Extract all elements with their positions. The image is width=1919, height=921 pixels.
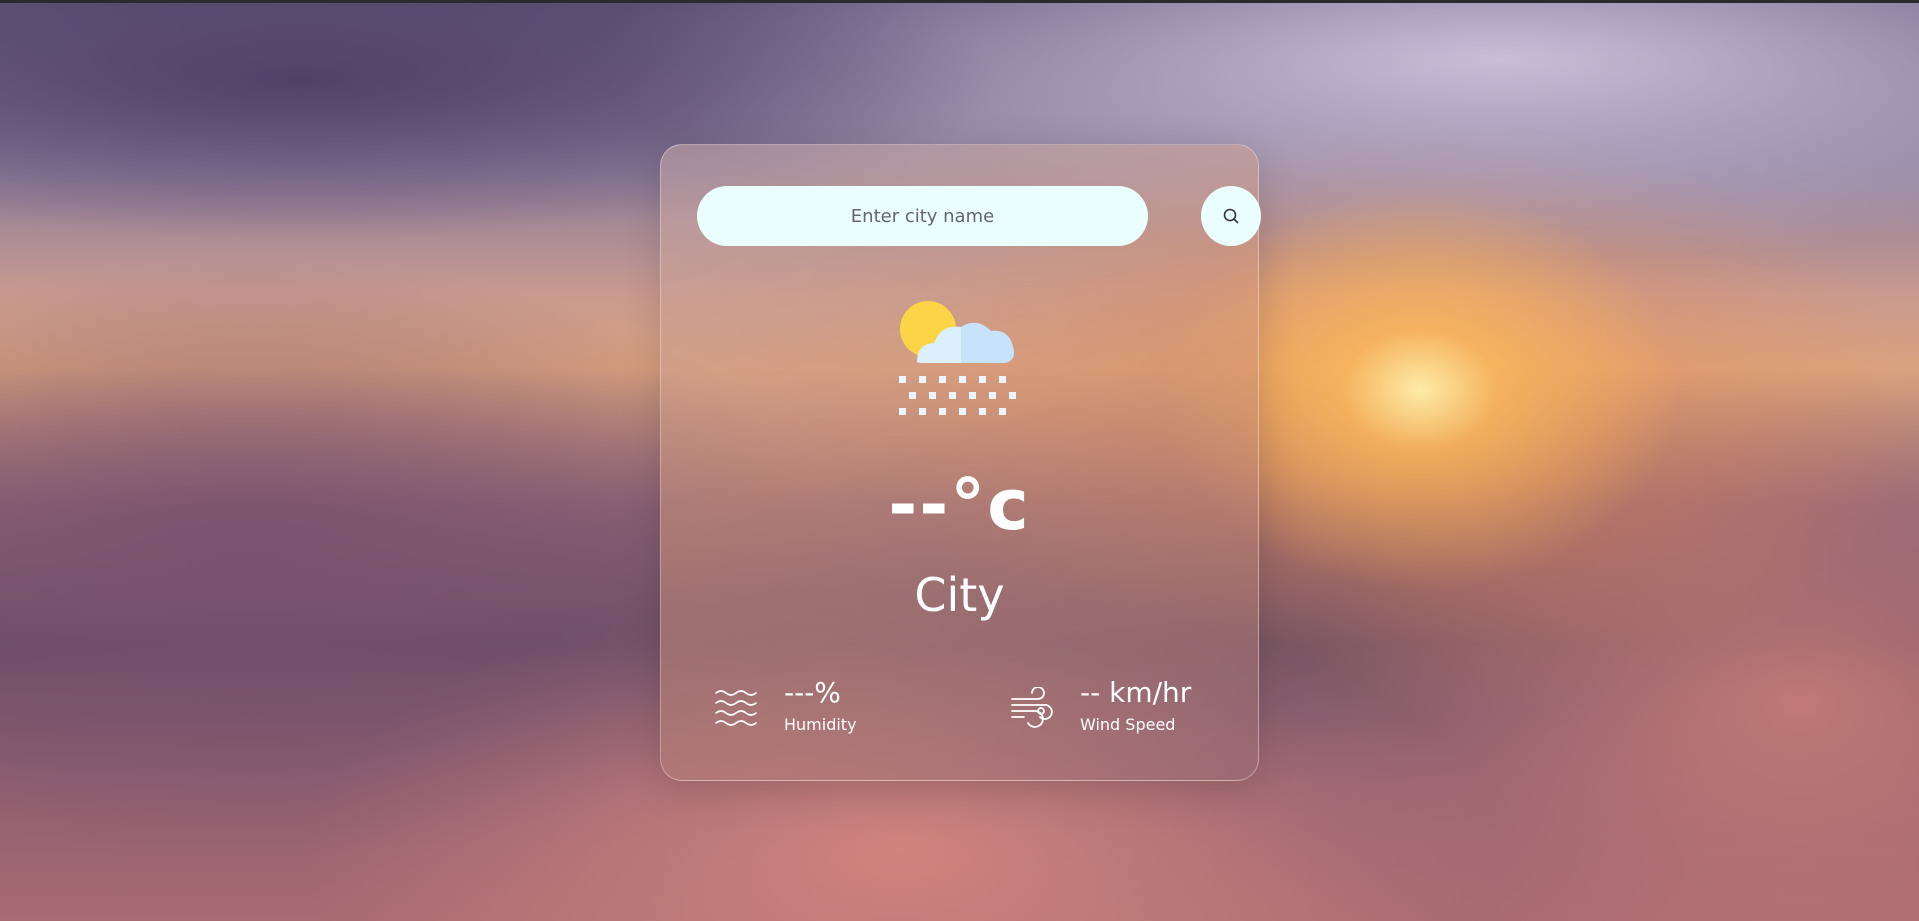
top-bar: [0, 0, 1919, 3]
wind-text: -- km/hr Wind Speed: [1080, 675, 1191, 737]
temperature-display: --°c: [888, 464, 1031, 546]
humidity-icon: [715, 690, 757, 726]
wind-label: Wind Speed: [1080, 715, 1176, 734]
wind-stat: -- km/hr Wind Speed: [1010, 675, 1191, 735]
humidity-value: ---%: [784, 676, 841, 709]
search-button[interactable]: [1201, 186, 1261, 246]
weather-card: --°c City ---% Humidity -: [660, 144, 1261, 781]
city-name: City: [914, 568, 1005, 622]
wind-value: -- km/hr: [1080, 676, 1192, 709]
search-icon: [1223, 208, 1239, 224]
search-bar: [697, 186, 1261, 246]
humidity-label: Humidity: [784, 715, 857, 734]
wind-icon: [1011, 687, 1053, 728]
city-search-input[interactable]: [697, 186, 1148, 246]
humidity-text: ---% Humidity: [784, 675, 857, 737]
humidity-stat: ---% Humidity: [714, 675, 857, 735]
snow-icon: [899, 301, 1016, 415]
